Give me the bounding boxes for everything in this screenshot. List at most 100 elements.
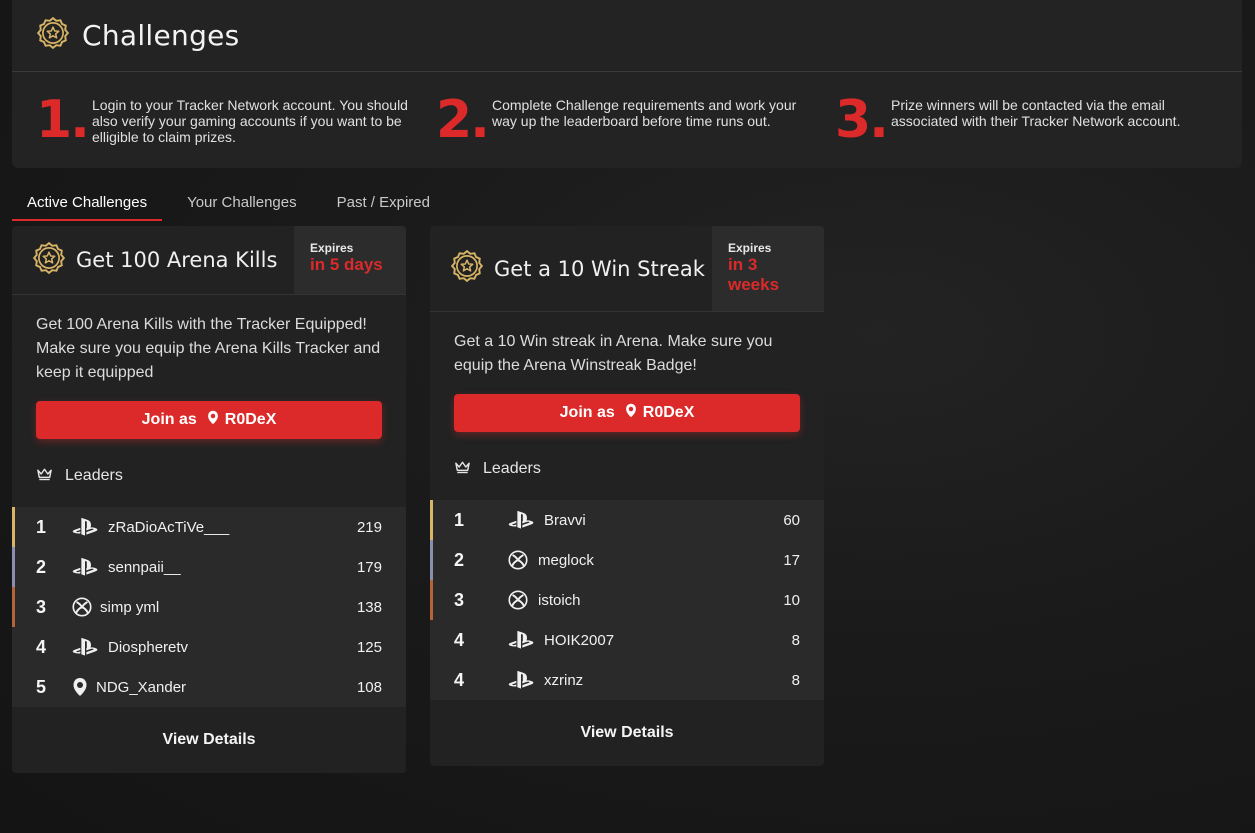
rank-silver-bar xyxy=(430,540,433,580)
medal-icon xyxy=(32,241,66,280)
leaders-label: Leaders xyxy=(65,467,123,484)
leader-rank: 2 xyxy=(454,549,465,570)
page-header: Challenges xyxy=(12,0,1242,72)
origin-icon xyxy=(625,403,637,423)
leaderboard: 1 Bravvi 60 2 meglock 17 3 istoich 10 4 … xyxy=(430,500,824,700)
leader-row[interactable]: 4 xzrinz 8 xyxy=(430,660,824,700)
rank-bronze-bar xyxy=(12,587,15,627)
leader-rank: 4 xyxy=(454,669,465,690)
xbox-icon xyxy=(508,590,536,610)
leader-name: istoich xyxy=(538,591,581,609)
leader-rank: 1 xyxy=(36,516,47,537)
page-title: Challenges xyxy=(82,19,240,52)
rank-bronze-bar xyxy=(430,580,433,620)
step-text: Prize winners will be contacted via the … xyxy=(891,97,1181,129)
step-number: 1. xyxy=(36,90,90,150)
tab-active-challenges[interactable]: Active Challenges xyxy=(12,184,163,221)
leader-row[interactable]: 3 istoich 10 xyxy=(430,580,824,620)
playstation-icon xyxy=(72,637,100,657)
step-text: Complete Challenge requirements and work… xyxy=(492,97,797,129)
crown-icon xyxy=(36,467,53,486)
expires-value: in 3 weeks xyxy=(728,255,780,294)
leader-score: 10 xyxy=(783,591,800,609)
leader-score: 219 xyxy=(356,518,382,536)
challenge-card-header: Get 100 Arena Kills Expires in 5 days xyxy=(12,226,406,295)
tab-past-expired[interactable]: Past / Expired xyxy=(322,184,445,221)
leader-name: NDG_Xander xyxy=(96,678,187,696)
leader-row[interactable]: 4 Diospheretv 125 xyxy=(12,627,406,667)
step-number: 2. xyxy=(436,90,490,150)
playstation-icon xyxy=(72,557,100,577)
expires-label: Expires xyxy=(310,241,354,255)
step-3: 3. Prize winners will be contacted via t… xyxy=(835,94,1211,146)
medal-icon xyxy=(36,16,70,55)
leader-score: 8 xyxy=(791,671,800,689)
leader-row[interactable]: 5 NDG_Xander 108 xyxy=(12,667,406,707)
join-label: Join as xyxy=(141,411,197,428)
leader-name: meglock xyxy=(538,551,594,569)
leader-name: xzrinz xyxy=(544,671,584,689)
origin-icon xyxy=(207,410,219,430)
challenge-title: Get 100 Arena Kills xyxy=(76,248,278,272)
playstation-icon xyxy=(508,670,536,690)
xbox-icon xyxy=(72,597,100,617)
rank-gold-bar xyxy=(430,500,433,540)
leader-score: 108 xyxy=(356,678,382,696)
expires-label: Expires xyxy=(728,241,772,255)
leaders-label: Leaders xyxy=(483,460,541,477)
leader-name: zRaDioAcTiVe___ xyxy=(108,518,230,536)
leader-row[interactable]: 3 simp yml 138 xyxy=(12,587,406,627)
steps: 1. Login to your Tracker Network account… xyxy=(12,72,1242,168)
view-details-link[interactable]: View Details xyxy=(12,707,406,773)
challenge-title: Get a 10 Win Streak xyxy=(494,256,705,281)
playstation-icon xyxy=(508,510,536,530)
step-text: Login to your Tracker Network account. Y… xyxy=(92,97,408,145)
rank-gold-bar xyxy=(12,507,15,547)
leader-rank: 2 xyxy=(36,556,47,577)
leader-rank: 5 xyxy=(36,676,47,697)
leader-rank: 4 xyxy=(36,636,47,657)
leader-row[interactable]: 2 sennpaii__ 179 xyxy=(12,547,406,587)
xbox-icon xyxy=(508,550,536,570)
leader-score: 8 xyxy=(791,631,800,649)
join-button[interactable]: Join as R0DeX xyxy=(454,394,800,432)
leader-row[interactable]: 1 zRaDioAcTiVe___ 219 xyxy=(12,507,406,547)
join-username: R0DeX xyxy=(642,404,695,421)
leaders-header: Leaders xyxy=(12,439,406,491)
step-1: 1. Login to your Tracker Network account… xyxy=(36,94,422,146)
leader-score: 125 xyxy=(356,638,382,656)
challenge-card-header: Get a 10 Win Streak Expires in 3 weeks xyxy=(430,226,824,312)
leader-name: simp yml xyxy=(100,598,160,616)
how-it-works-card: Challenges 1. Login to your Tracker Netw… xyxy=(12,0,1242,168)
leaderboard: 1 zRaDioAcTiVe___ 219 2 sennpaii__ 179 3… xyxy=(12,507,406,707)
challenge-card: Get 100 Arena Kills Expires in 5 days Ge… xyxy=(12,226,406,773)
leader-name: Diospheretv xyxy=(108,638,189,656)
rank-silver-bar xyxy=(12,547,15,587)
leader-name: sennpaii__ xyxy=(108,558,181,576)
challenge-description: Get 100 Arena Kills with the Tracker Equ… xyxy=(36,316,381,381)
expires-value: in 5 days xyxy=(310,255,383,274)
leader-name: Bravvi xyxy=(544,511,586,529)
challenge-card: Get a 10 Win Streak Expires in 3 weeks G… xyxy=(430,226,824,766)
tab-your-challenges[interactable]: Your Challenges xyxy=(172,184,312,221)
leader-row[interactable]: 2 meglock 17 xyxy=(430,540,824,580)
leader-row[interactable]: 1 Bravvi 60 xyxy=(430,500,824,540)
expires-box: Expires in 3 weeks xyxy=(712,226,824,311)
leader-score: 179 xyxy=(356,558,382,576)
leader-rank: 4 xyxy=(454,629,465,650)
join-username: R0DeX xyxy=(224,411,277,428)
medal-icon xyxy=(450,249,484,288)
leader-rank: 3 xyxy=(36,596,47,617)
leader-score: 17 xyxy=(783,551,800,569)
challenge-tabs: Active Challenges Your Challenges Past /… xyxy=(12,184,445,221)
playstation-icon xyxy=(508,630,536,650)
view-details-link[interactable]: View Details xyxy=(430,700,824,766)
step-2: 2. Complete Challenge requirements and w… xyxy=(436,94,812,146)
leader-score: 60 xyxy=(783,511,800,529)
leader-rank: 3 xyxy=(454,589,465,610)
leader-rank: 1 xyxy=(454,509,465,530)
playstation-icon xyxy=(72,517,100,537)
leader-row[interactable]: 4 HOIK2007 8 xyxy=(430,620,824,660)
join-button[interactable]: Join as R0DeX xyxy=(36,401,382,439)
leaders-header: Leaders xyxy=(430,432,824,484)
